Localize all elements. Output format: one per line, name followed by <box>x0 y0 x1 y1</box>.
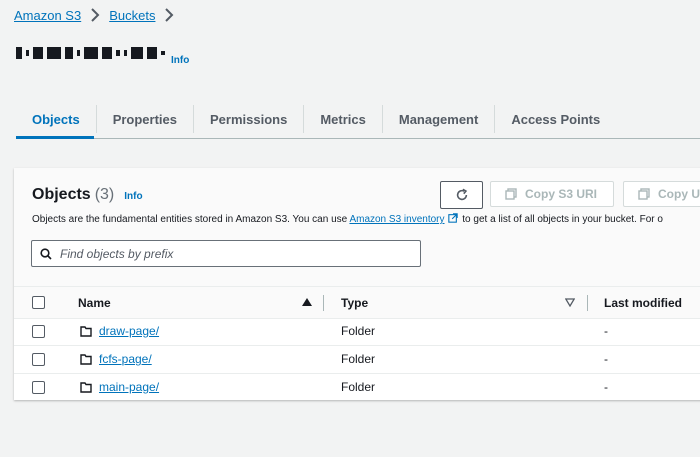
object-name-link[interactable]: draw-page/ <box>99 324 159 338</box>
search-box <box>31 240 421 267</box>
redacted-bucket-name <box>16 44 165 62</box>
table-row: main-page/ Folder - <box>14 373 700 401</box>
table-header: Name Type Last modified <box>14 286 700 319</box>
object-type: Folder <box>341 380 376 394</box>
tab-objects[interactable]: Objects <box>16 105 97 133</box>
external-link-icon[interactable] <box>447 213 458 223</box>
tab-bar: Objects Properties Permissions Metrics M… <box>16 100 616 138</box>
breadcrumb-amazon-s3[interactable]: Amazon S3 <box>14 8 81 23</box>
breadcrumb: Amazon S3 Buckets <box>14 7 183 23</box>
tab-properties[interactable]: Properties <box>97 105 194 133</box>
objects-count: (3) <box>94 186 115 203</box>
column-header-last-modified[interactable]: Last modified <box>604 287 682 318</box>
tab-management[interactable]: Management <box>383 105 496 133</box>
object-last-modified: - <box>604 324 608 338</box>
search-icon <box>40 247 52 260</box>
object-name-link[interactable]: main-page/ <box>99 380 159 394</box>
tab-metrics[interactable]: Metrics <box>304 105 383 133</box>
row-checkbox[interactable] <box>32 381 45 394</box>
sort-icon[interactable] <box>565 298 575 307</box>
active-tab-indicator <box>16 136 94 139</box>
object-name-link[interactable]: fcfs-page/ <box>99 352 152 366</box>
column-divider[interactable] <box>587 295 588 311</box>
folder-icon <box>80 317 92 345</box>
refresh-icon <box>456 188 467 201</box>
column-divider[interactable] <box>323 295 324 311</box>
folder-icon <box>80 345 92 373</box>
chevron-right-icon <box>165 8 174 22</box>
copy-s3-uri-button[interactable]: Copy S3 URI <box>490 181 614 207</box>
s3-inventory-link[interactable]: Amazon S3 inventory <box>349 214 444 225</box>
table-row: draw-page/ Folder - <box>14 317 700 346</box>
object-last-modified: - <box>604 380 608 394</box>
table-row: fcfs-page/ Folder - <box>14 345 700 374</box>
sort-ascending-icon[interactable] <box>302 298 312 306</box>
row-checkbox[interactable] <box>32 353 45 366</box>
chevron-right-icon <box>91 8 100 22</box>
objects-info-link[interactable]: Info <box>124 191 142 202</box>
objects-panel: Objects (3) Info Copy S3 URI Copy U Object… <box>14 168 700 400</box>
tab-permissions[interactable]: Permissions <box>194 105 305 133</box>
refresh-button[interactable] <box>440 181 483 209</box>
breadcrumb-buckets[interactable]: Buckets <box>109 8 155 23</box>
object-type: Folder <box>341 352 376 366</box>
copy-icon <box>505 188 517 200</box>
select-all-checkbox[interactable] <box>32 296 45 309</box>
objects-title: Objects <box>32 186 91 203</box>
column-header-name[interactable]: Name <box>78 287 111 318</box>
copy-icon <box>638 188 650 200</box>
object-last-modified: - <box>604 352 608 366</box>
folder-icon <box>80 373 92 401</box>
objects-panel-header: Objects (3) Info Copy S3 URI Copy U Object… <box>14 168 700 286</box>
description-text: Objects are the fundamental entities sto… <box>32 214 350 225</box>
tabs-divider <box>16 138 700 139</box>
page-title: Info <box>16 44 189 66</box>
copy-s3-uri-label: Copy S3 URI <box>525 187 598 201</box>
description-text-end: to get a list of all objects in your buc… <box>459 214 663 225</box>
search-input[interactable] <box>58 245 392 262</box>
object-type: Folder <box>341 324 376 338</box>
row-checkbox[interactable] <box>32 325 45 338</box>
column-header-type[interactable]: Type <box>341 287 368 318</box>
tab-access-points[interactable]: Access Points <box>495 105 616 133</box>
bucket-info-link[interactable]: Info <box>171 55 189 66</box>
copy-url-label: Copy U <box>658 187 700 201</box>
objects-heading: Objects (3) Info <box>32 186 143 204</box>
copy-url-button[interactable]: Copy U <box>623 181 700 207</box>
objects-description: Objects are the fundamental entities sto… <box>32 213 663 225</box>
